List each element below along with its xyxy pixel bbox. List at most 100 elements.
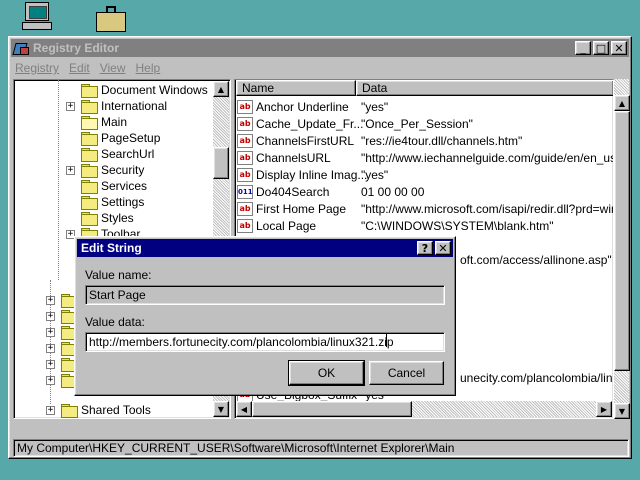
menu-bar: Registry Edit View Help: [9, 59, 631, 77]
menu-view[interactable]: View: [100, 61, 126, 75]
tree-item-label: Security: [101, 163, 145, 177]
tree-item[interactable]: + International: [66, 98, 167, 114]
value-data: "http://www.iechannelguide.com/guide/en/…: [361, 150, 614, 165]
tree-expander[interactable]: +: [66, 101, 75, 111]
edit-string-dialog: Edit String ? ✕ Value name: Start Page V…: [74, 236, 456, 396]
value-data-label: Value data:: [85, 315, 145, 329]
value-data: "Once_Per_Session": [361, 116, 473, 131]
tree-item[interactable]: Styles: [66, 210, 134, 226]
tree-item[interactable]: + Shared Tools: [46, 402, 151, 418]
scroll-up-arrow-icon[interactable]: ▲: [614, 95, 630, 111]
open-folder-icon: [81, 116, 98, 130]
tree-expander[interactable]: +: [46, 405, 55, 415]
string-value-icon: ab: [237, 133, 253, 148]
value-data: "res://ie4tour.dll/channels.htm": [361, 133, 523, 148]
string-value-icon: ab: [237, 150, 253, 165]
value-name: First Home Page: [256, 201, 347, 216]
folder-icon: [61, 404, 78, 418]
tree-item[interactable]: Services: [66, 178, 147, 194]
tree-item-label: Main: [101, 115, 128, 129]
briefcase-body: [96, 12, 126, 32]
ok-button[interactable]: OK: [288, 360, 365, 386]
close-button[interactable]: ✕: [611, 41, 627, 55]
cancel-button[interactable]: Cancel: [369, 361, 444, 385]
tree-item-label: PageSetup: [101, 131, 161, 145]
tree-item-label: International: [101, 99, 168, 113]
tree-item[interactable]: Settings: [66, 194, 144, 210]
tree-item-label: Settings: [101, 195, 145, 209]
folder-icon: [81, 212, 98, 226]
column-header-name[interactable]: Name: [236, 80, 356, 96]
computer-base-shape: [22, 22, 52, 30]
binary-value-icon: 011: [237, 184, 253, 199]
folder-icon: [81, 148, 98, 162]
folder-icon: [81, 84, 98, 98]
folder-icon: [81, 132, 98, 146]
value-row[interactable]: ab Display Inline Imag... "yes": [235, 166, 388, 183]
help-button[interactable]: ?: [417, 241, 433, 255]
string-value-icon: ab: [237, 167, 253, 182]
menu-help[interactable]: Help: [136, 61, 161, 75]
status-bar: My Computer\HKEY_CURRENT_USER\Software\M…: [13, 439, 629, 457]
value-data: 01 00 00 00: [361, 184, 425, 199]
tree-item-label: Document Windows: [101, 83, 208, 97]
value-name-label: Value name:: [85, 268, 152, 282]
scroll-down-arrow-icon[interactable]: ▼: [614, 403, 630, 419]
scroll-right-arrow-icon[interactable]: ▶: [596, 401, 612, 417]
scroll-up-arrow-icon[interactable]: ▲: [213, 81, 229, 97]
value-data: "yes": [361, 167, 389, 182]
value-row[interactable]: ab Anchor Underline "yes": [235, 98, 388, 115]
value-row[interactable]: ab ChannelsURL "http://www.iechannelguid…: [235, 149, 613, 166]
value-name: Local Page: [256, 218, 317, 233]
value-data-partial: unecity.com/plancolombia/linux3: [460, 370, 613, 385]
value-data: "yes": [361, 99, 389, 114]
value-row[interactable]: ab Local Page "C:\WINDOWS\SYSTEM\blank.h…: [235, 217, 554, 234]
tree-item[interactable]: SearchUrl: [66, 146, 154, 162]
folder-icon: [81, 164, 98, 178]
column-header-data[interactable]: Data: [356, 80, 613, 96]
string-value-icon: ab: [237, 99, 253, 114]
value-name: ChannelsURL: [256, 150, 331, 165]
value-data: "http://www.microsoft.com/isapi/redir.dl…: [361, 201, 614, 216]
tree-item-label: Shared Tools: [81, 403, 151, 417]
value-row[interactable]: ab Cache_Update_Fr... "Once_Per_Session": [235, 115, 473, 132]
string-value-icon: ab: [237, 116, 253, 131]
tree-item[interactable]: + Security: [66, 162, 144, 178]
window-title: Registry Editor: [33, 41, 120, 55]
tree-expander[interactable]: +: [66, 165, 75, 175]
scroll-left-arrow-icon[interactable]: ◀: [236, 401, 252, 417]
window-titlebar[interactable]: Registry Editor _ □ ✕: [11, 39, 629, 57]
scroll-thumb[interactable]: [252, 401, 412, 417]
scroll-thumb[interactable]: [213, 147, 229, 179]
dialog-close-button[interactable]: ✕: [435, 241, 451, 255]
scroll-thumb[interactable]: [614, 111, 630, 371]
my-computer-icon[interactable]: [22, 2, 56, 32]
tree-item[interactable]: Document Windows: [66, 82, 208, 98]
tree-item[interactable]: PageSetup: [66, 130, 160, 146]
value-row[interactable]: ab First Home Page "http://www.microsoft…: [235, 200, 613, 217]
value-name: Cache_Update_Fr...: [256, 116, 364, 131]
tree-item-selected[interactable]: Main: [66, 114, 127, 130]
menu-registry[interactable]: Registry: [15, 61, 59, 75]
string-value-icon: ab: [237, 201, 253, 216]
list-horizontal-scrollbar[interactable]: ◀ ▶: [236, 401, 612, 417]
value-row[interactable]: 011 Do404Search 01 00 00 00: [235, 183, 424, 200]
folder-icon: [81, 196, 98, 210]
menu-edit[interactable]: Edit: [69, 61, 90, 75]
string-value-icon: ab: [237, 218, 253, 233]
minimize-button[interactable]: _: [575, 41, 591, 55]
monitor-shape: [25, 2, 49, 21]
folder-icon: [81, 100, 98, 114]
list-vertical-scrollbar[interactable]: ▲ ▼: [614, 79, 630, 419]
dialog-title: Edit String: [81, 241, 142, 255]
value-data: "C:\WINDOWS\SYSTEM\blank.htm": [361, 218, 554, 233]
maximize-button[interactable]: □: [593, 41, 609, 55]
briefcase-icon[interactable]: [96, 6, 130, 36]
dialog-titlebar[interactable]: Edit String ? ✕: [77, 239, 453, 257]
value-name: Anchor Underline: [256, 99, 349, 114]
value-name: ChannelsFirstURL: [256, 133, 355, 148]
scroll-down-arrow-icon[interactable]: ▼: [213, 401, 229, 417]
value-name: Display Inline Imag...: [256, 167, 368, 182]
tree-item-label: SearchUrl: [101, 147, 155, 161]
value-row[interactable]: ab ChannelsFirstURL "res://ie4tour.dll/c…: [235, 132, 522, 149]
